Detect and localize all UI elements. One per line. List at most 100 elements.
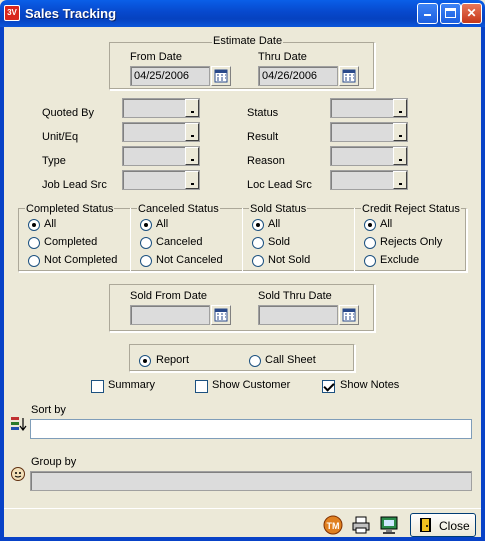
canceled-status-legend: Canceled Status xyxy=(137,203,220,215)
call-sheet-label: Call Sheet xyxy=(265,354,316,366)
divider xyxy=(354,208,355,272)
monitor-icon xyxy=(380,516,398,534)
completed-completed-label: Completed xyxy=(44,236,98,248)
chevron-down-icon[interactable] xyxy=(393,123,407,141)
show-notes-checkbox[interactable] xyxy=(322,380,335,393)
completed-status-legend: Completed Status xyxy=(25,203,115,215)
divider xyxy=(4,508,481,509)
canceled-not-canceled-label: Not Canceled xyxy=(156,254,223,266)
reason-combo[interactable] xyxy=(330,146,408,166)
thru-date-field[interactable]: 04/26/2006 xyxy=(258,66,338,86)
sold-all-label: All xyxy=(268,218,281,230)
result-combo[interactable] xyxy=(330,122,408,142)
show-customer-checkbox[interactable] xyxy=(195,380,208,393)
job-lead-src-label: Job Lead Src xyxy=(42,179,107,191)
from-date-calendar-button[interactable] xyxy=(211,66,231,86)
group-by-label: Group by xyxy=(31,456,77,468)
door-exit-icon xyxy=(420,518,431,532)
loc-lead-src-combo[interactable] xyxy=(330,170,408,190)
summary-label: Summary xyxy=(108,379,156,391)
chevron-down-icon[interactable] xyxy=(185,123,199,141)
reason-label: Reason xyxy=(247,155,285,167)
chevron-down-icon[interactable] xyxy=(185,171,199,189)
job-lead-src-combo[interactable] xyxy=(122,170,200,190)
credit-all-label: All xyxy=(380,218,393,230)
status-combo[interactable] xyxy=(330,98,408,118)
credit-all-radio[interactable] xyxy=(364,219,376,231)
canceled-all-radio[interactable] xyxy=(140,219,152,231)
close-button[interactable]: Close xyxy=(410,513,476,537)
from-date-field[interactable]: 04/25/2006 xyxy=(130,66,210,86)
completed-not-completed-radio[interactable] xyxy=(28,255,40,267)
credit-exclude-label: Exclude xyxy=(380,254,420,266)
group-by-field[interactable] xyxy=(30,471,472,491)
quoted-by-combo[interactable] xyxy=(122,98,200,118)
sold-not-sold-radio[interactable] xyxy=(252,255,264,267)
close-label: Close xyxy=(439,519,470,533)
group-icon[interactable] xyxy=(10,466,26,482)
sold-sold-label: Sold xyxy=(268,236,291,248)
sort-icon[interactable] xyxy=(10,416,28,432)
chevron-down-icon[interactable] xyxy=(185,99,199,117)
calendar-icon xyxy=(342,308,356,322)
sold-thru-calendar-button[interactable] xyxy=(339,305,359,325)
thru-date-calendar-button[interactable] xyxy=(339,66,359,86)
canceled-all-label: All xyxy=(156,218,169,230)
chevron-down-icon[interactable] xyxy=(393,171,407,189)
type-label: Type xyxy=(42,155,66,167)
canceled-canceled-label: Canceled xyxy=(156,236,203,248)
status-label: Status xyxy=(247,107,279,119)
result-label: Result xyxy=(247,131,279,143)
credit-exclude-radio[interactable] xyxy=(364,255,376,267)
summary-checkbox[interactable] xyxy=(91,380,104,393)
logo-button[interactable]: TM xyxy=(322,514,344,536)
unit-eq-label: Unit/Eq xyxy=(42,131,79,143)
window-close-button[interactable]: ✕ xyxy=(461,3,482,24)
canceled-canceled-radio[interactable] xyxy=(140,237,152,249)
sold-thru-date-field[interactable] xyxy=(258,305,338,325)
sold-not-sold-label: Not Sold xyxy=(268,254,311,266)
chevron-down-icon[interactable] xyxy=(393,99,407,117)
title-bar[interactable]: 3V Sales Tracking ✕ xyxy=(0,0,485,27)
thru-date-label: Thru Date xyxy=(258,51,307,63)
from-date-label: From Date xyxy=(130,51,182,63)
maximize-button[interactable] xyxy=(440,3,461,24)
unit-eq-combo[interactable] xyxy=(122,122,200,142)
chevron-down-icon[interactable] xyxy=(393,147,407,165)
chevron-down-icon[interactable] xyxy=(185,147,199,165)
sold-sold-radio[interactable] xyxy=(252,237,264,249)
minimize-button[interactable] xyxy=(417,3,438,24)
print-button[interactable] xyxy=(350,514,372,536)
report-label: Report xyxy=(156,354,190,366)
window-title: Sales Tracking xyxy=(25,6,117,21)
sort-by-label: Sort by xyxy=(31,404,66,416)
sold-thru-date-label: Sold Thru Date xyxy=(258,290,332,302)
sold-from-date-label: Sold From Date xyxy=(130,290,208,302)
credit-rejects-only-radio[interactable] xyxy=(364,237,376,249)
quoted-by-label: Quoted By xyxy=(42,107,94,119)
sold-from-date-field[interactable] xyxy=(130,305,210,325)
calendar-icon xyxy=(214,308,228,322)
app-icon: 3V xyxy=(4,5,20,21)
sold-all-radio[interactable] xyxy=(252,219,264,231)
printer-icon xyxy=(352,516,370,534)
brand-logo-icon: TM xyxy=(323,515,343,535)
calendar-icon xyxy=(342,69,356,83)
calendar-icon xyxy=(214,69,228,83)
completed-completed-radio[interactable] xyxy=(28,237,40,249)
svg-text:TM: TM xyxy=(327,521,340,531)
canceled-not-canceled-radio[interactable] xyxy=(140,255,152,267)
sold-from-calendar-button[interactable] xyxy=(211,305,231,325)
loc-lead-src-label: Loc Lead Src xyxy=(247,179,312,191)
report-radio[interactable] xyxy=(139,355,151,367)
sort-by-field[interactable] xyxy=(30,419,472,439)
close-icon: ✕ xyxy=(466,6,477,20)
completed-not-completed-label: Not Completed xyxy=(44,254,118,266)
type-combo[interactable] xyxy=(122,146,200,166)
estimate-date-legend: Estimate Date xyxy=(212,35,284,47)
show-customer-label: Show Customer xyxy=(212,379,291,391)
preview-button[interactable] xyxy=(378,514,400,536)
completed-all-radio[interactable] xyxy=(28,219,40,231)
sold-status-legend: Sold Status xyxy=(249,203,308,215)
call-sheet-radio[interactable] xyxy=(249,355,261,367)
